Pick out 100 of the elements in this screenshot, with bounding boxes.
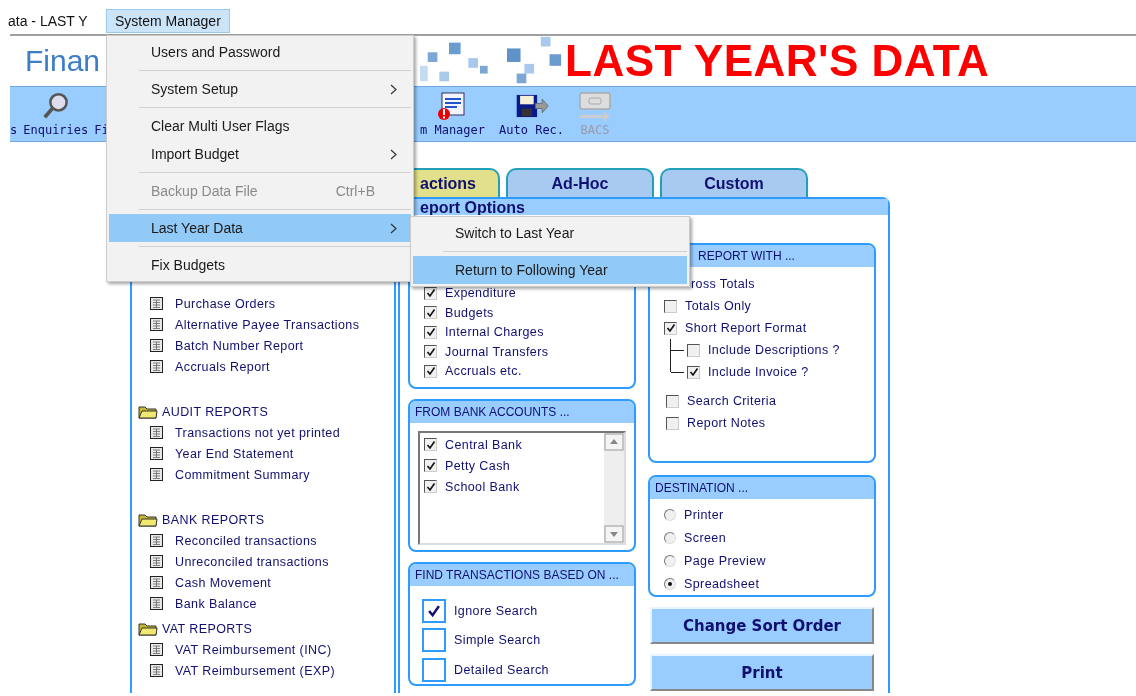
report-link[interactable]: Transactions not yet printed (175, 425, 340, 440)
checkbox-label: Central Bank (445, 437, 523, 452)
check-icon (425, 481, 436, 492)
report-link[interactable]: Purchase Orders (175, 296, 276, 311)
report-link[interactable]: VAT Reimbursement (INC) (175, 642, 332, 657)
check-icon (425, 327, 436, 338)
checkbox-label: Report Notes (687, 416, 766, 430)
radio-label: Page Preview (684, 553, 766, 568)
checkbox-label: Include Invoice ? (708, 365, 809, 379)
report-link[interactable]: Bank Balance (175, 596, 257, 611)
checkbox[interactable] (687, 365, 700, 379)
report-icon (150, 339, 163, 352)
menu-item[interactable]: Last Year Data (109, 214, 411, 242)
group-title: FIND TRANSACTIONS BASED ON ... (415, 568, 619, 582)
menu-item[interactable]: Switch to Last Year (413, 219, 687, 247)
checkbox-label: Short Report Format (685, 321, 807, 335)
report-link[interactable]: Year End Statement (175, 446, 294, 461)
folder-icon (138, 621, 158, 636)
checkbox[interactable] (424, 459, 437, 472)
checkbox[interactable] (664, 299, 677, 313)
checkbox-label: Ignore Search (454, 603, 538, 618)
check-icon (425, 346, 436, 357)
report-link[interactable]: Alternative Payee Transactions (175, 317, 360, 332)
action-button[interactable]: Change Sort Order (650, 607, 874, 644)
checkbox[interactable] (664, 321, 677, 335)
report-link[interactable]: Reconciled transactions (175, 533, 317, 548)
window-title: ata - LAST Y (7, 13, 89, 29)
check-icon (425, 307, 436, 318)
check-icon (665, 323, 676, 333)
chevron-icon (390, 83, 397, 95)
radio-button[interactable] (664, 554, 676, 567)
section-title: AUDIT REPORTS (162, 404, 269, 419)
checkbox-label: Journal Transfers (445, 344, 549, 359)
checkbox[interactable] (424, 345, 437, 359)
report-icon (150, 597, 163, 610)
menu-item[interactable]: Users and Password (109, 38, 411, 66)
report-link[interactable]: Batch Number Report (175, 338, 304, 353)
toolbar-button[interactable]: Auto Rec. (499, 91, 565, 137)
checkbox-label: Budgets (445, 305, 494, 320)
checkbox[interactable] (424, 364, 437, 378)
scroll-down-icon[interactable] (604, 525, 624, 543)
radio-button[interactable] (664, 508, 676, 521)
bank-list-box[interactable]: Central Bank Petty Cash School Bank (418, 431, 626, 545)
checkbox[interactable] (424, 306, 437, 320)
report-link[interactable]: VAT Reimbursement (EXP) (175, 663, 335, 678)
checkbox[interactable] (424, 480, 437, 493)
check-icon (688, 367, 699, 377)
menu-item[interactable]: Import Budget (109, 140, 411, 168)
report-icon (150, 426, 163, 439)
app-name: Finan (25, 44, 101, 77)
checkbox[interactable] (424, 438, 437, 451)
scrollbar[interactable] (604, 433, 624, 543)
toolbar-button[interactable]: m Manager (420, 91, 486, 137)
check-icon (427, 603, 441, 618)
report-icon (150, 664, 163, 677)
report-icon (150, 468, 163, 481)
check-icon (425, 460, 436, 471)
menu-bar-item[interactable]: System Manager (106, 9, 230, 33)
checkbox-label: Simple Search (454, 633, 541, 648)
scroll-up-icon[interactable] (604, 433, 624, 451)
checkbox-label: Search Criteria (687, 394, 777, 408)
menu-item[interactable]: System Setup (109, 75, 411, 103)
report-link[interactable]: Accruals Report (175, 359, 270, 374)
check-icon (425, 288, 436, 299)
report-icon (150, 297, 163, 310)
checkbox-label: Internal Charges (445, 325, 544, 340)
checkbox[interactable] (424, 325, 437, 339)
banner-title: LAST YEAR'S DATA (565, 36, 990, 86)
radio-button[interactable] (664, 577, 676, 590)
menu-item[interactable]: Clear Multi User Flags (109, 112, 411, 140)
report-link[interactable]: Commitment Summary (175, 467, 310, 482)
section-title: VAT REPORTS (162, 621, 253, 636)
checkbox-label: Expenditure (445, 286, 517, 301)
folder-icon (138, 512, 158, 527)
checkbox[interactable] (422, 598, 446, 623)
checkbox-label: Include Descriptions ? (708, 343, 840, 357)
group-title: REPORT WITH ... (698, 249, 795, 263)
tab[interactable]: Ad-Hoc (506, 168, 654, 197)
menu-item[interactable]: Fix Budgets (109, 251, 411, 279)
action-button[interactable]: Print (650, 654, 874, 691)
checkbox-label: Petty Cash (445, 458, 511, 473)
checkbox-label: Totals Only (685, 299, 752, 313)
tab[interactable]: Custom (660, 168, 808, 197)
report-link[interactable]: Unreconciled transactions (175, 554, 329, 569)
toolbar-button[interactable]: s (10, 123, 18, 137)
checkbox-label: Detailed Search (454, 662, 549, 677)
report-icon (150, 360, 163, 373)
folder-icon (138, 404, 158, 419)
menu-item[interactable]: Return to Following Year (413, 256, 687, 284)
checkbox[interactable] (666, 416, 679, 430)
checkbox[interactable] (687, 343, 700, 357)
checkbox[interactable] (666, 394, 679, 408)
report-link[interactable]: Cash Movement (175, 575, 272, 590)
chevron-icon (390, 222, 397, 234)
checkbox[interactable] (422, 657, 446, 682)
chevron-icon (390, 148, 397, 160)
checkbox[interactable] (422, 628, 446, 653)
radio-label: Screen (684, 530, 726, 545)
radio-button[interactable] (664, 531, 676, 544)
toolbar-button[interactable]: Enquiries (23, 91, 89, 137)
